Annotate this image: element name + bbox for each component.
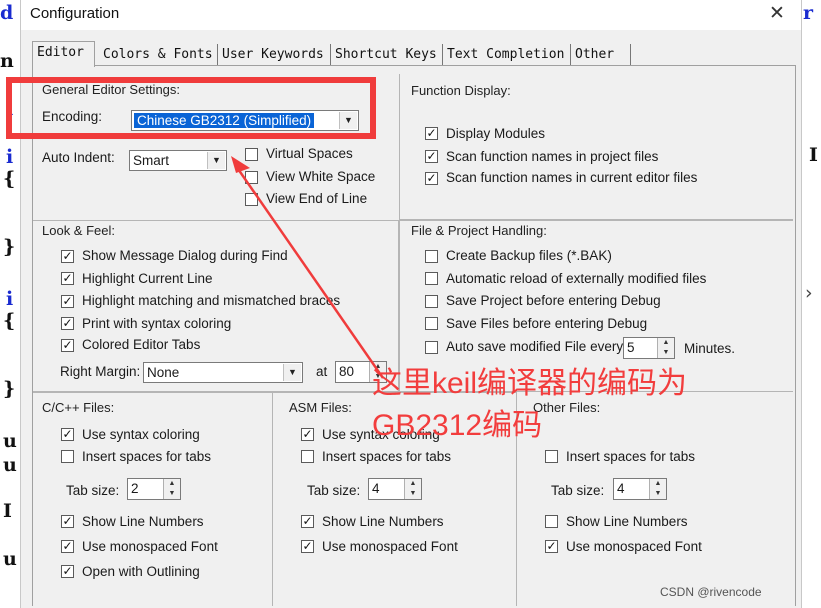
annotation-line-2: GB2312编码 (372, 409, 543, 442)
annotation-line-1: 这里keil编译器的编码为 (372, 367, 688, 400)
watermark: CSDN @rivencode (660, 585, 762, 599)
annotation-arrow-icon (231, 156, 385, 379)
tab-editor[interactable]: Editor (32, 41, 95, 67)
